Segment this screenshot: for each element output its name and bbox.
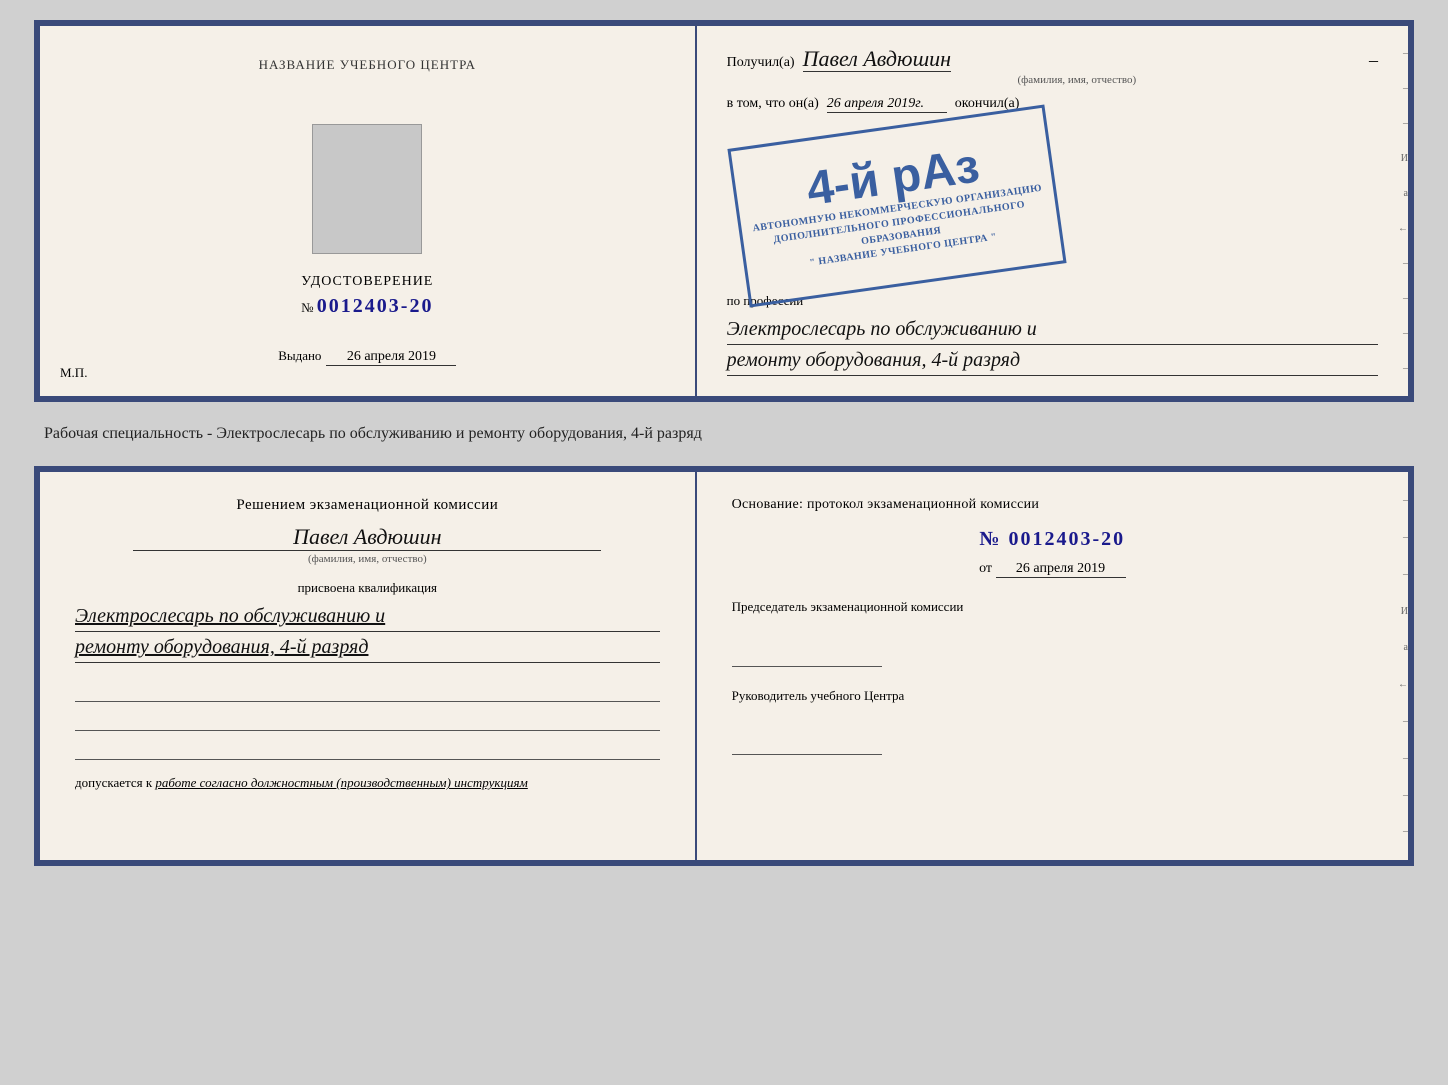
blank-lines — [75, 678, 660, 760]
right-dash-4: – — [1388, 258, 1408, 269]
руководитель-label: Руководитель учебного Центра — [732, 687, 1373, 705]
mp-label: М.П. — [60, 365, 87, 381]
right-dash-5: – — [1388, 293, 1408, 304]
br-dash-6: – — [1388, 790, 1408, 801]
okonchil-label: окончил(а) — [955, 96, 1020, 112]
руководитель-block: Руководитель учебного Центра — [732, 687, 1373, 755]
recipient-name: Павел Авдюшин — [803, 46, 951, 72]
cert-number-prefix: № — [301, 300, 313, 315]
right-dash-6: – — [1388, 328, 1408, 339]
bottom-left: Решением экзаменационной комиссии Павел … — [40, 472, 697, 860]
protocol-date-prefix: от — [979, 561, 992, 576]
blank-line-1 — [75, 678, 660, 702]
recipient-line: Получил(а) Павел Авдюшин (фамилия, имя, … — [727, 46, 1378, 86]
recipient-sub-label: (фамилия, имя, отчество) — [803, 74, 1351, 86]
right-dash-7: – — [1388, 363, 1408, 374]
stamp-text-line2: ДОПОЛНИТЕЛЬНОГО ПРОФЕССИОНАЛЬНОГО ОБРАЗО… — [752, 195, 1047, 264]
profession-block: по профессии Электрослесарь по обслужива… — [727, 293, 1378, 376]
osnowanie-title: Основание: протокол экзаменационной коми… — [732, 497, 1373, 513]
right-dash-arrow: ← — [1388, 223, 1408, 234]
qualification-value-1: Электрослесарь по обслуживанию и — [75, 601, 660, 632]
protocol-date: от 26 апреля 2019 — [732, 561, 1373, 578]
stamp-overlay: 4-й рАз АВТОНОМНУЮ НЕКОММЕРЧЕСКУЮ ОРГАНИ… — [727, 105, 1066, 308]
profession-label: по профессии — [727, 293, 1378, 309]
protocol-number-value: 0012403-20 — [1009, 528, 1126, 550]
top-certificate: НАЗВАНИЕ УЧЕБНОГО ЦЕНТРА УДОСТОВЕРЕНИЕ №… — [34, 20, 1414, 402]
protocol-prefix: № — [979, 528, 1001, 550]
blank-line-2 — [75, 707, 660, 731]
bottom-person-name: Павел Авдюшин — [133, 524, 601, 551]
cert-number: 0012403-20 — [317, 295, 434, 317]
cert-issued-block: Выдано 26 апреля 2019 — [278, 348, 456, 366]
right-dash-a: а — [1388, 188, 1408, 199]
cert-right: Получил(а) Павел Авдюшин (фамилия, имя, … — [697, 26, 1408, 396]
qualification-label: присвоена квалификация — [75, 580, 660, 596]
bottom-person-sub-label: (фамилия, имя, отчество) — [75, 553, 660, 565]
chairman-signature-line — [732, 647, 882, 667]
руководитель-signature-line — [732, 735, 882, 755]
right-decorations: – – – И а ← – – – – — [1388, 26, 1408, 396]
cert-title: НАЗВАНИЕ УЧЕБНОГО ЦЕНТРА — [259, 57, 476, 72]
chairman-block: Председатель экзаменационной комиссии — [732, 598, 1373, 666]
bottom-certificate: Решением экзаменационной комиссии Павел … — [34, 466, 1414, 866]
br-И: И — [1388, 606, 1408, 617]
protocol-number: № 0012403-20 — [732, 528, 1373, 551]
br-dash-4: – — [1388, 716, 1408, 727]
br-dash-3: – — [1388, 569, 1408, 580]
vtom-block: в том, что он(а) 26 апреля 2019г. окончи… — [727, 96, 1378, 113]
cert-photo-placeholder — [312, 124, 422, 254]
bottom-right: Основание: протокол экзаменационной коми… — [697, 472, 1408, 860]
допускается-label: допускается к — [75, 775, 152, 790]
qualification-value-2: ремонту оборудования, 4-й разряд — [75, 632, 660, 663]
right-dash-1: – — [1388, 48, 1408, 59]
page-wrapper: НАЗВАНИЕ УЧЕБНОГО ЦЕНТРА УДОСТОВЕРЕНИЕ №… — [34, 20, 1414, 866]
bottom-right-decorations: – – – И а ← – – – – — [1388, 472, 1408, 860]
stamp-grade: 4-й рАз — [804, 142, 982, 214]
допускается-value: работе согласно должностным (производств… — [155, 775, 527, 790]
br-dash-5: – — [1388, 753, 1408, 764]
between-text: Рабочая специальность - Электрослесарь п… — [34, 418, 1414, 450]
cert-title-block: НАЗВАНИЕ УЧЕБНОГО ЦЕНТРА — [259, 56, 476, 74]
vtom-label: в том, что он(а) — [727, 96, 819, 112]
profession-value-2: ремонту оборудования, 4-й разряд — [727, 345, 1378, 376]
cert-left: НАЗВАНИЕ УЧЕБНОГО ЦЕНТРА УДОСТОВЕРЕНИЕ №… — [40, 26, 697, 396]
stamp-text-line3: " НАЗВАНИЕ УЧЕБНОГО ЦЕНТРА " — [808, 230, 997, 270]
vtom-date: 26 апреля 2019г. — [827, 96, 947, 113]
protocol-date-value: 26 апреля 2019 — [996, 561, 1126, 578]
right-dash-3: – — [1388, 118, 1408, 129]
допускается-block: допускается к работе согласно должностны… — [75, 775, 660, 791]
br-dash-2: – — [1388, 532, 1408, 543]
br-arrow: ← — [1388, 679, 1408, 690]
cert-number-block: УДОСТОВЕРЕНИЕ № 0012403-20 — [301, 274, 433, 318]
blank-line-3 — [75, 736, 660, 760]
issued-label: Выдано — [278, 348, 321, 364]
br-dash-1: – — [1388, 495, 1408, 506]
br-dash-7: – — [1388, 826, 1408, 837]
recipient-prefix: Получил(а) — [727, 55, 795, 71]
br-a: а — [1388, 642, 1408, 653]
right-dash-2: – — [1388, 83, 1408, 94]
profession-value-1: Электрослесарь по обслуживанию и — [727, 314, 1378, 345]
right-dash-И: И — [1388, 153, 1408, 164]
stamp-text-line1: АВТОНОМНУЮ НЕКОММЕРЧЕСКУЮ ОРГАНИЗАЦИЮ — [752, 182, 1043, 236]
decision-title: Решением экзаменационной комиссии — [75, 497, 660, 514]
chairman-label: Председатель экзаменационной комиссии — [732, 598, 1373, 616]
issued-date: 26 апреля 2019 — [326, 349, 456, 366]
cert-doc-type: УДОСТОВЕРЕНИЕ — [301, 274, 433, 290]
